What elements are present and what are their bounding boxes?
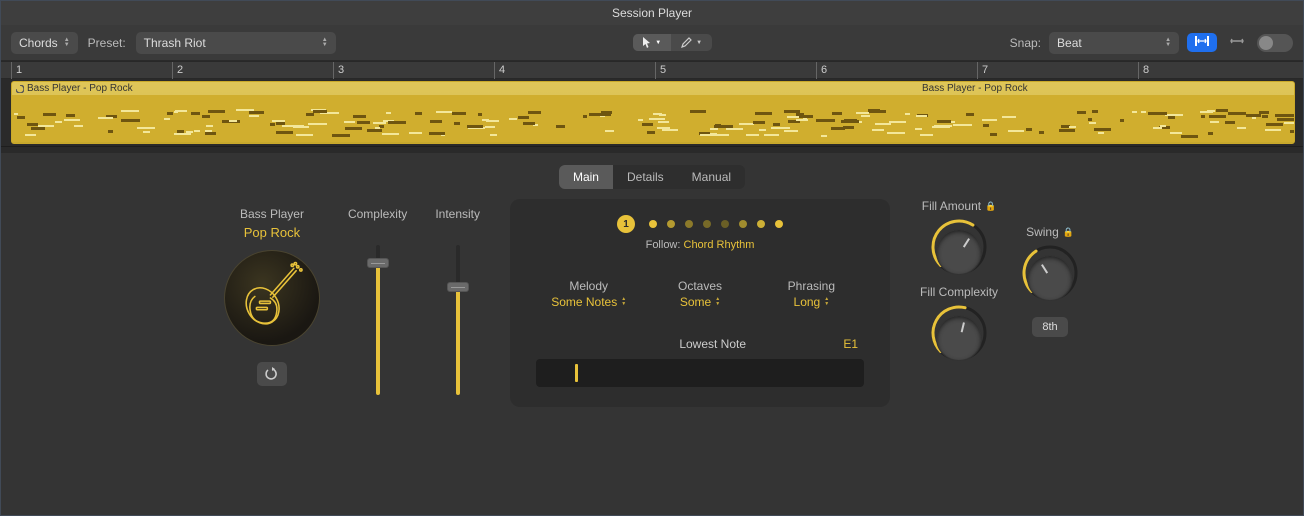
pattern-dot[interactable] [649, 220, 657, 228]
pattern-number[interactable]: 1 [617, 215, 635, 233]
preset-value: Thrash Riot [144, 36, 316, 50]
snap-value: Beat [1057, 36, 1159, 50]
ruler-tick: 8 [1138, 62, 1149, 80]
player-avatar[interactable] [224, 250, 320, 346]
ruler-tick: 2 [172, 62, 183, 80]
pattern-dot[interactable] [721, 220, 729, 228]
complexity-label: Complexity [348, 207, 407, 221]
pointer-tool-button[interactable]: ▼ [633, 34, 671, 51]
phrasing-label: Phrasing [759, 279, 864, 293]
snap-label: Snap: [1010, 36, 1041, 50]
tab-manual[interactable]: Manual [678, 165, 745, 189]
catch-playhead-switch[interactable] [1257, 34, 1293, 52]
swing-division-button[interactable]: 8th [1032, 317, 1067, 337]
slider-thumb[interactable] [367, 258, 389, 268]
regenerate-button[interactable] [257, 362, 287, 386]
loop-icon [16, 85, 24, 93]
player-style-label: Pop Rock [244, 225, 300, 240]
mode-select[interactable]: Chords ▲▼ [11, 32, 78, 54]
pattern-dots[interactable] [649, 220, 783, 228]
ruler-tick: 6 [816, 62, 827, 80]
pointer-icon [643, 37, 651, 48]
ruler-tick: 7 [977, 62, 988, 80]
fill-complexity-knob[interactable] [929, 303, 989, 363]
window-title: Session Player [1, 1, 1303, 25]
region-name: Bass Player - Pop Rock [922, 83, 1028, 94]
tool-mode-toggle[interactable]: ▼ ▼ [633, 34, 712, 51]
chevron-updown-icon: ▲▼ [64, 38, 70, 48]
session-player-region[interactable]: Bass Player - Pop Rock Bass Player - Pop… [11, 81, 1295, 144]
ruler-tick: 5 [655, 62, 666, 80]
timeline-ruler[interactable]: 1 2 3 4 5 6 7 8 [1, 61, 1303, 79]
lock-icon[interactable]: 🔒 [985, 201, 996, 212]
tab-main[interactable]: Main [559, 165, 613, 189]
intensity-label: Intensity [435, 207, 480, 221]
melody-label: Melody [536, 279, 641, 293]
session-player-inspector: Main Details Manual Bass Player Pop Rock [1, 153, 1303, 515]
pattern-dot[interactable] [685, 220, 693, 228]
pencil-icon [681, 37, 692, 48]
tab-details[interactable]: Details [613, 165, 678, 189]
pattern-dot[interactable] [775, 220, 783, 228]
ruler-tick: 3 [333, 62, 344, 80]
fill-complexity-label: Fill Complexity [920, 285, 998, 299]
lowest-note-label: Lowest Note [679, 337, 746, 351]
swing-knob[interactable] [1020, 243, 1080, 303]
link-icon[interactable] [1225, 35, 1249, 50]
snap-mode-button[interactable] [1187, 33, 1217, 52]
complexity-slider[interactable] [376, 245, 380, 395]
reload-icon [265, 367, 279, 381]
inspector-tabs: Main Details Manual [559, 165, 745, 189]
octaves-label: Octaves [647, 279, 752, 293]
chevron-updown-icon: ▲▼ [824, 297, 829, 307]
pattern-panel: 1 Follow: Chord Rhythm Melody Some Notes… [510, 199, 890, 407]
follow-label: Follow: [646, 239, 681, 251]
ruler-tick: 4 [494, 62, 505, 80]
intensity-slider[interactable] [456, 245, 460, 395]
lowest-note-value: E1 [843, 337, 858, 351]
snap-to-grid-icon [1195, 36, 1209, 46]
chevron-updown-icon: ▲▼ [322, 38, 328, 48]
lock-icon[interactable]: 🔒 [1063, 227, 1074, 238]
melody-select[interactable]: Some Notes ▲▼ [551, 295, 626, 309]
ruler-tick: 1 [11, 62, 22, 80]
fill-amount-knob[interactable] [929, 217, 989, 277]
pattern-dot[interactable] [703, 220, 711, 228]
region-name: Bass Player - Pop Rock [27, 83, 133, 94]
follow-value[interactable]: Chord Rhythm [684, 239, 755, 251]
pattern-dot[interactable] [757, 220, 765, 228]
mode-value: Chords [19, 36, 58, 50]
region-track[interactable]: Bass Player - Pop Rock Bass Player - Pop… [1, 79, 1303, 147]
pattern-dot[interactable] [667, 220, 675, 228]
swing-label: Swing [1026, 225, 1059, 239]
slider-thumb[interactable] [447, 282, 469, 292]
player-kind-label: Bass Player [240, 207, 304, 221]
fill-amount-label: Fill Amount [922, 199, 981, 213]
chevron-updown-icon: ▲▼ [621, 297, 626, 307]
phrasing-select[interactable]: Long ▲▼ [794, 295, 830, 309]
bass-guitar-icon [233, 259, 311, 337]
editor-toolbar: Chords ▲▼ Preset: Thrash Riot ▲▼ ▼ ▼ Sna… [1, 25, 1303, 61]
chevron-updown-icon: ▲▼ [715, 297, 720, 307]
session-player-window: Session Player Chords ▲▼ Preset: Thrash … [0, 0, 1304, 516]
octaves-select[interactable]: Some ▲▼ [680, 295, 720, 309]
preset-label: Preset: [88, 36, 126, 50]
chevron-updown-icon: ▲▼ [1165, 38, 1171, 48]
pattern-dot[interactable] [739, 220, 747, 228]
preset-select[interactable]: Thrash Riot ▲▼ [136, 32, 336, 54]
snap-select[interactable]: Beat ▲▼ [1049, 32, 1179, 54]
pencil-tool-button[interactable]: ▼ [671, 34, 712, 51]
slider-thumb[interactable] [575, 364, 578, 382]
lowest-note-slider[interactable] [536, 359, 864, 387]
